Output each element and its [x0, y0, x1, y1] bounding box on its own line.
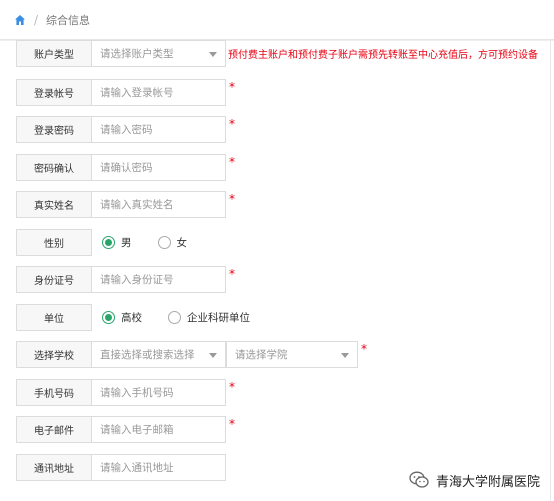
unit-university-label[interactable]: 高校 [121, 310, 142, 325]
address-row: 通讯地址 请输入通讯地址 [16, 454, 226, 481]
phone-placeholder: 请输入手机号码 [100, 387, 174, 399]
email-row: 电子邮件 请输入电子邮箱 * [16, 416, 235, 443]
gender-radio-group: 男 女 [92, 229, 213, 256]
address-placeholder: 请输入通讯地址 [100, 462, 174, 474]
required-mark: * [229, 417, 235, 431]
password-confirm-row: 密码确认 请确认密码 * [16, 154, 235, 181]
gender-label: 性别 [16, 229, 92, 256]
unit-enterprise-label[interactable]: 企业科研单位 [187, 310, 250, 325]
account-type-select[interactable]: 请选择账户类型 [92, 40, 226, 67]
phone-input[interactable]: 请输入手机号码 [92, 379, 226, 406]
real-name-label: 真实姓名 [16, 191, 92, 218]
required-mark: * [229, 117, 235, 131]
account-type-note: 预付费主账户和预付费子账户需预先转账至中心充值后，方可预约设备 [228, 50, 538, 61]
password-confirm-label: 密码确认 [16, 154, 92, 181]
home-icon[interactable] [14, 14, 26, 26]
real-name-placeholder: 请输入真实姓名 [100, 199, 174, 211]
real-name-row: 真实姓名 请输入真实姓名 * [16, 191, 235, 218]
login-password-placeholder: 请输入密码 [100, 124, 153, 136]
chevron-down-icon [209, 52, 217, 57]
watermark: 青海大学附属医院 [408, 469, 540, 491]
account-type-placeholder: 请选择账户类型 [100, 48, 174, 60]
login-password-row: 登录密码 请输入密码 * [16, 116, 235, 143]
login-account-placeholder: 请输入登录帐号 [100, 87, 174, 99]
divider [550, 40, 551, 501]
account-type-row: 账户类型 请选择账户类型 预付费主账户和预付费子账户需预先转账至中心充值后，方可… [16, 40, 538, 67]
breadcrumb: / 综合信息 [0, 0, 554, 40]
gender-male-radio[interactable] [102, 236, 115, 249]
gender-female-radio[interactable] [157, 236, 171, 249]
gender-female-label[interactable]: 女 [177, 235, 188, 250]
required-mark: * [361, 342, 367, 356]
id-number-placeholder: 请输入身份证号 [100, 274, 174, 286]
school-select[interactable]: 直接选择或搜索选择 [92, 341, 226, 368]
watermark-text: 青海大学附属医院 [435, 474, 540, 490]
email-input[interactable]: 请输入电子邮箱 [92, 416, 226, 443]
phone-label: 手机号码 [16, 379, 92, 406]
real-name-input[interactable]: 请输入真实姓名 [92, 191, 226, 218]
required-mark: * [229, 267, 235, 281]
required-mark: * [229, 155, 235, 169]
id-number-label: 身份证号 [16, 266, 92, 293]
login-password-input[interactable]: 请输入密码 [92, 116, 226, 143]
gender-row: 性别 男 女 [16, 229, 213, 256]
college-select[interactable]: 请选择学院 [226, 341, 358, 368]
unit-label: 单位 [16, 304, 92, 331]
login-account-label: 登录帐号 [16, 79, 92, 106]
breadcrumb-separator: / [34, 12, 39, 27]
school-row: 选择学校 直接选择或搜索选择 请选择学院 * [16, 341, 367, 368]
required-mark: * [229, 380, 235, 394]
required-mark: * [229, 192, 235, 206]
id-number-row: 身份证号 请输入身份证号 * [16, 266, 235, 293]
login-account-input[interactable]: 请输入登录帐号 [92, 79, 226, 106]
email-label: 电子邮件 [16, 416, 92, 443]
wechat-icon [409, 471, 429, 488]
password-confirm-input[interactable]: 请确认密码 [92, 154, 226, 181]
address-label: 通讯地址 [16, 454, 92, 481]
college-placeholder: 请选择学院 [235, 349, 288, 361]
breadcrumb-current: 综合信息 [46, 13, 91, 27]
unit-radio-group: 高校 企业科研单位 [92, 304, 276, 331]
chevron-down-icon [209, 353, 217, 358]
unit-university-radio[interactable] [102, 311, 115, 324]
login-password-label: 登录密码 [16, 116, 92, 143]
phone-row: 手机号码 请输入手机号码 * [16, 379, 235, 406]
gender-male-label[interactable]: 男 [121, 235, 132, 250]
required-mark: * [229, 80, 235, 94]
school-label: 选择学校 [16, 341, 92, 368]
address-input[interactable]: 请输入通讯地址 [92, 454, 226, 481]
email-placeholder: 请输入电子邮箱 [100, 424, 174, 436]
password-confirm-placeholder: 请确认密码 [100, 162, 153, 174]
account-type-label: 账户类型 [16, 40, 92, 67]
id-number-input[interactable]: 请输入身份证号 [92, 266, 226, 293]
unit-row: 单位 高校 企业科研单位 [16, 304, 276, 331]
login-account-row: 登录帐号 请输入登录帐号 * [16, 79, 235, 106]
school-placeholder: 直接选择或搜索选择 [100, 349, 195, 361]
chevron-down-icon [341, 353, 349, 358]
unit-enterprise-radio[interactable] [168, 311, 181, 324]
